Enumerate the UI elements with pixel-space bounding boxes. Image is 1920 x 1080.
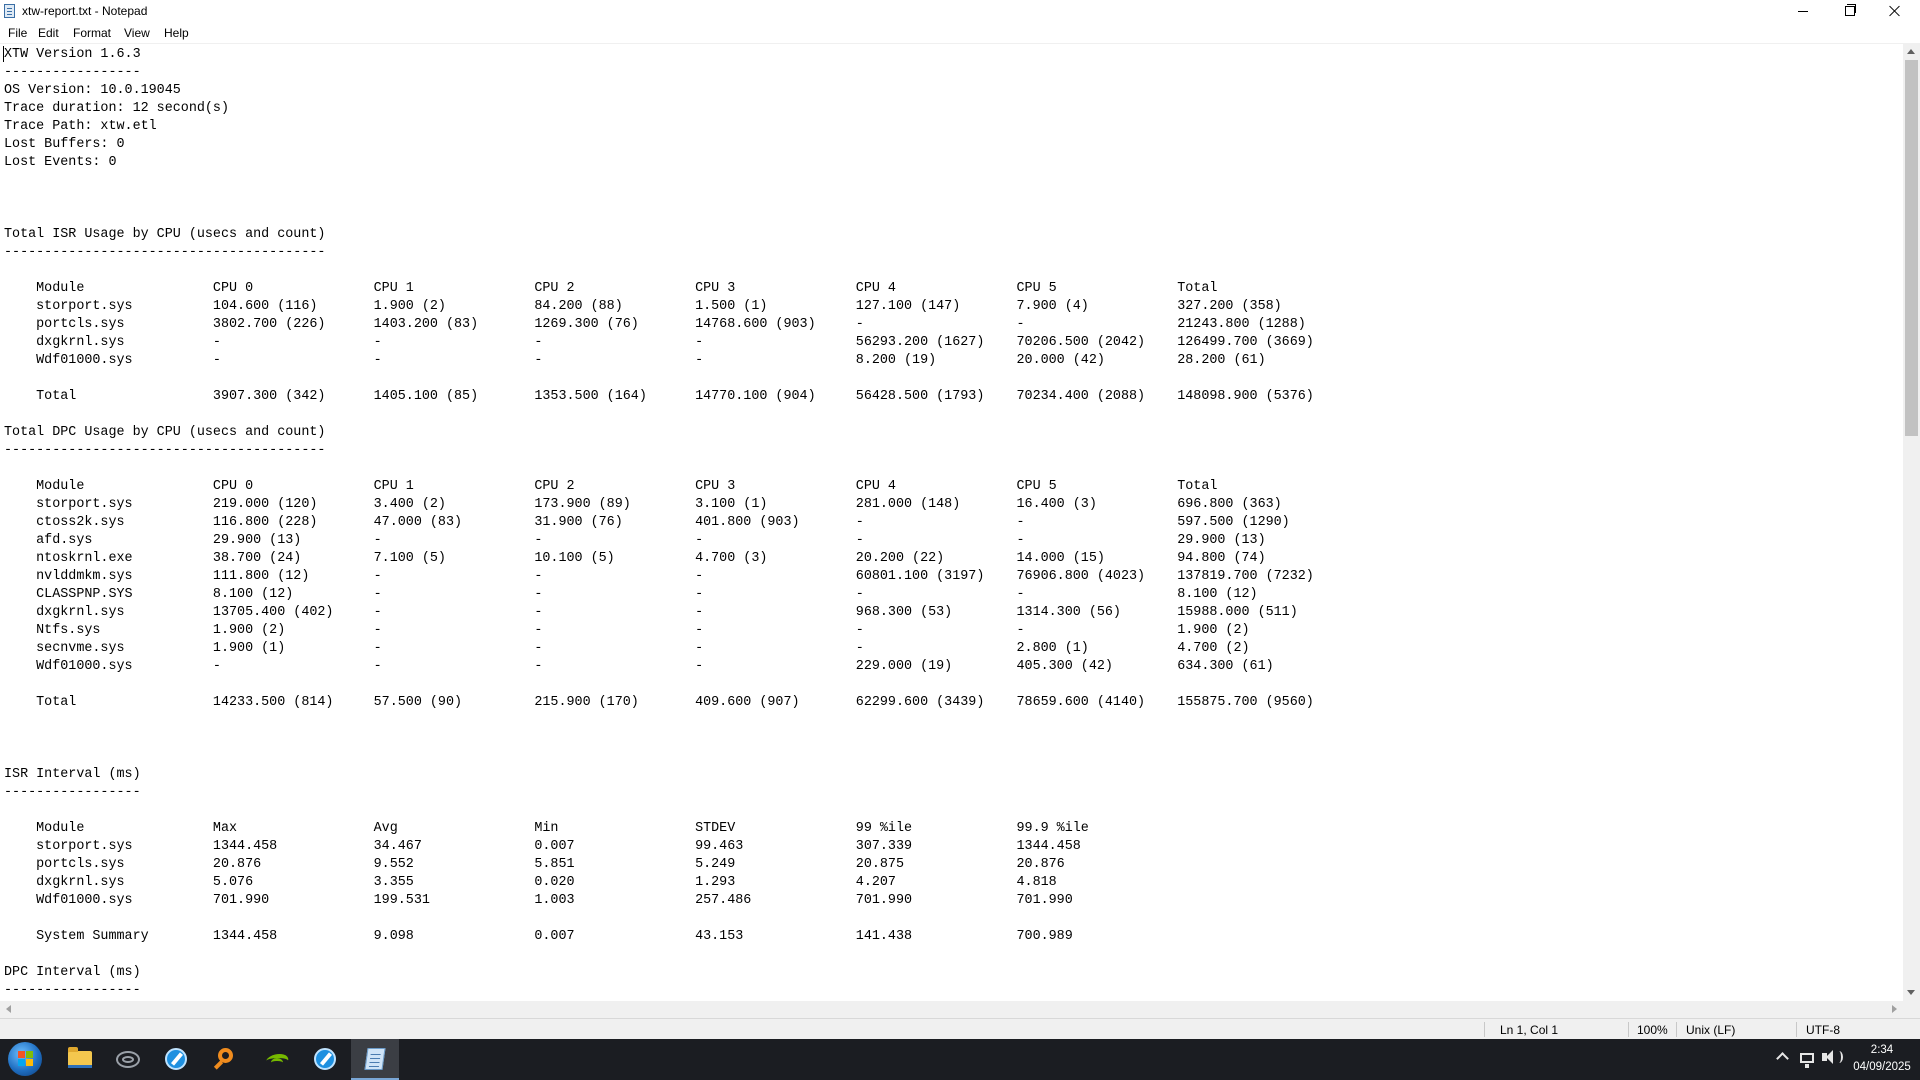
close-icon: [1888, 4, 1902, 18]
encoding: UTF-8: [1806, 1023, 1840, 1037]
status-separator: [1796, 1022, 1797, 1037]
document-text[interactable]: XTW Version 1.6.3 ----------------- OS V…: [0, 44, 1903, 1000]
search-tool-icon: [218, 1048, 233, 1063]
nvidia-icon: [266, 1051, 288, 1067]
horizontal-scrollbar[interactable]: [0, 1001, 1903, 1018]
taskbar-file-explorer[interactable]: [56, 1039, 104, 1080]
menu-format[interactable]: Format: [73, 25, 111, 41]
volume-icon[interactable]: [1822, 1050, 1843, 1064]
status-separator: [1676, 1022, 1677, 1037]
taskbar-search-tool[interactable]: [202, 1039, 250, 1080]
text-editor[interactable]: XTW Version 1.6.3 ----------------- OS V…: [0, 43, 1903, 1002]
notepad-icon: [364, 1048, 386, 1070]
scroll-left-icon[interactable]: [6, 1005, 11, 1013]
close-button[interactable]: [1872, 0, 1918, 23]
tray-expand-icon[interactable]: [1776, 1052, 1789, 1065]
menu-help[interactable]: Help: [164, 25, 189, 41]
minimize-icon: [1798, 11, 1808, 12]
menu-file[interactable]: File: [8, 25, 27, 41]
browser-icon: [165, 1048, 187, 1070]
file-explorer-icon: [68, 1047, 92, 1068]
scroll-up-icon[interactable]: [1907, 49, 1915, 54]
start-icon: [8, 1042, 42, 1076]
cursor-position: Ln 1, Col 1: [1500, 1023, 1559, 1037]
zoom-level: 100%: [1637, 1023, 1668, 1037]
browser-icon: [314, 1048, 336, 1070]
taskbar-nvidia[interactable]: [253, 1039, 301, 1080]
menu-view[interactable]: View: [124, 25, 150, 41]
text-caret: [3, 46, 4, 62]
window-title: xtw-report.txt - Notepad: [22, 4, 148, 18]
taskbar: 2:34 04/09/2025: [0, 1039, 1920, 1080]
title-bar: xtw-report.txt - Notepad: [0, 0, 1920, 23]
maximize-button[interactable]: [1826, 0, 1872, 23]
taskbar-browser[interactable]: [152, 1039, 200, 1080]
menu-edit[interactable]: Edit: [38, 25, 59, 41]
taskbar-audio-app[interactable]: [104, 1039, 152, 1080]
taskbar-browser-2[interactable]: [301, 1039, 349, 1080]
notepad-icon: [4, 4, 15, 18]
restore-icon: [1845, 4, 1856, 16]
taskbar-notepad[interactable]: [351, 1039, 399, 1080]
audio-wave-icon: [116, 1051, 140, 1068]
clock-date: 04/09/2025: [1853, 1061, 1911, 1073]
taskbar-clock[interactable]: 2:34 04/09/2025: [1844, 1042, 1920, 1076]
start-button[interactable]: [0, 1039, 48, 1080]
clock-time: 2:34: [1870, 1044, 1894, 1056]
network-icon[interactable]: [1800, 1053, 1814, 1068]
status-bar: Ln 1, Col 1 100% Unix (LF) UTF-8: [0, 1018, 1920, 1039]
menu-bar: File Edit Format View Help: [0, 23, 1920, 43]
scroll-down-icon[interactable]: [1907, 990, 1915, 995]
minimize-button[interactable]: [1780, 0, 1826, 23]
vertical-scrollbar[interactable]: [1903, 43, 1920, 1001]
line-ending: Unix (LF): [1686, 1023, 1736, 1037]
scrollbar-corner: [1903, 1001, 1920, 1018]
status-separator: [1484, 1022, 1485, 1037]
vertical-scroll-thumb[interactable]: [1905, 60, 1918, 436]
scroll-right-icon[interactable]: [1892, 1005, 1897, 1013]
status-separator: [1628, 1022, 1629, 1037]
